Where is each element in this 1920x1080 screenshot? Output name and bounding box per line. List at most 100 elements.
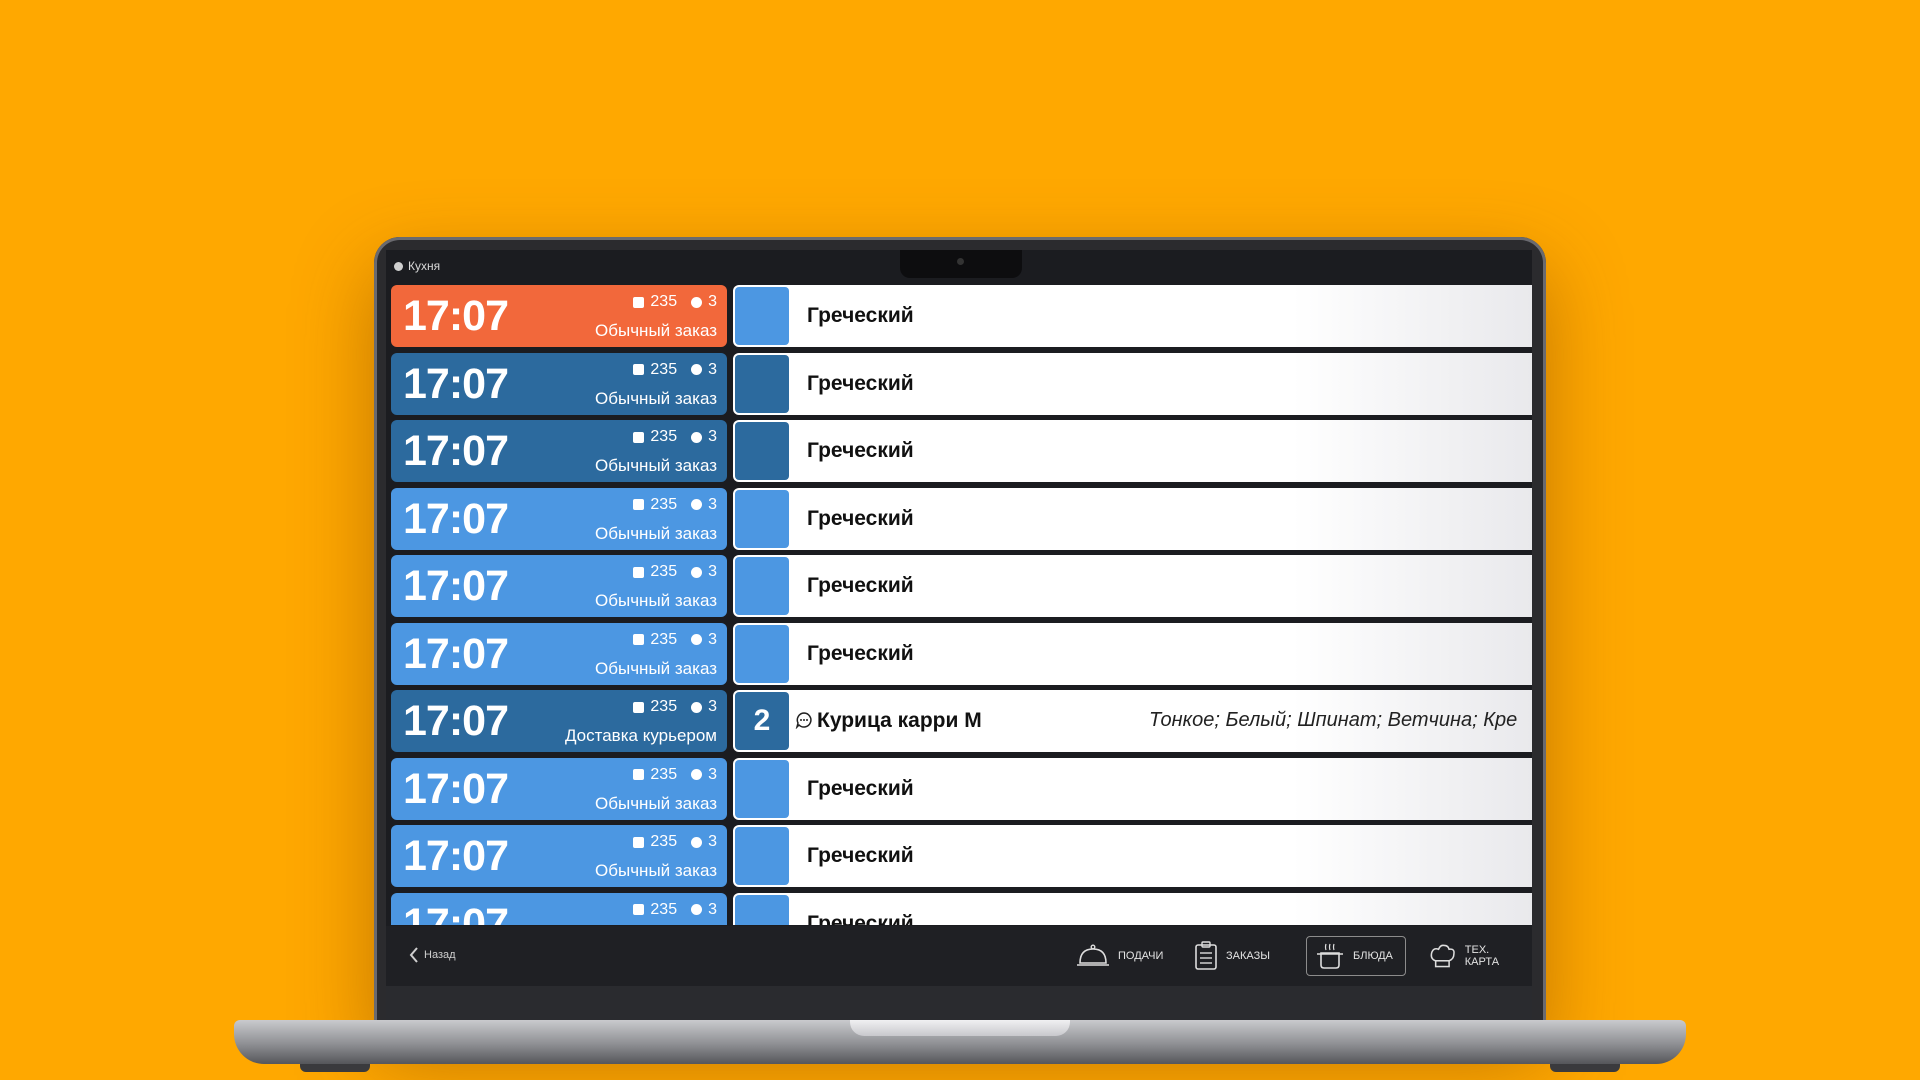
table-icon (633, 836, 645, 848)
order-number: 235 (650, 765, 678, 783)
order-row[interactable]: 17:07 235 3 Обычный заказ Греческий (391, 420, 1532, 482)
order-number: 235 (650, 698, 678, 715)
table-icon (633, 904, 645, 915)
dish-item[interactable]: 2 Курица карри М Тонкое; Белый; Шпинат; … (733, 690, 1532, 752)
order-type: Обычный заказ (595, 591, 717, 610)
guest-count: 3 (708, 765, 717, 783)
dish-qty: 2 (735, 692, 789, 750)
nav-blyuda[interactable]: БЛЮДА (1306, 936, 1406, 976)
nav-zakazy-label: ЗАКАЗЫ (1226, 950, 1270, 962)
comment-icon (795, 712, 812, 729)
order-ticket[interactable]: 17:07 235 3 Обычный заказ (391, 420, 727, 482)
order-number: 235 (650, 428, 678, 445)
nav-podachi[interactable]: ПОДАЧИ (1068, 936, 1171, 976)
order-meta: 235 3 (633, 698, 717, 716)
dish-item[interactable]: Греческий (733, 352, 1532, 415)
order-number: 235 (650, 495, 678, 513)
order-row[interactable]: 17:07 235 3 Обычный заказ Греческий (391, 892, 1532, 926)
dish-item[interactable]: Греческий (733, 757, 1532, 820)
order-type: Обычный заказ (595, 456, 717, 475)
nav-tech-karta-label: ТЕХ. КАРТА (1464, 944, 1500, 968)
nav-zakazy[interactable]: ЗАКАЗЫ (1186, 936, 1278, 976)
nav-tech-karta[interactable]: ТЕХ. КАРТА (1420, 936, 1532, 976)
order-meta: 235 3 (633, 766, 717, 784)
guest-count: 3 (708, 833, 717, 850)
guests-icon (691, 836, 703, 848)
dish-item[interactable]: Греческий (733, 825, 1532, 887)
guests-icon (691, 904, 703, 915)
guests-icon (691, 769, 703, 780)
order-number: 235 (650, 563, 678, 580)
guests-icon (691, 566, 703, 578)
table-icon (633, 499, 645, 510)
app-screen: Кухня 17:07 235 3 Обычный заказ Гречески… (386, 250, 1532, 1020)
guests-icon (691, 364, 703, 375)
order-number: 235 (650, 360, 678, 378)
guest-count: 3 (708, 900, 717, 918)
order-type: Обычный заказ (595, 793, 717, 813)
dish-name: Курица карри М (817, 709, 982, 732)
dish-item[interactable]: Греческий (733, 285, 1532, 347)
dish-name: Греческий (807, 304, 914, 327)
guest-count: 3 (708, 630, 717, 648)
order-row[interactable]: 17:07 235 3 Обычный заказ Греческий (391, 757, 1532, 820)
guests-icon (691, 701, 703, 713)
dish-qty (735, 759, 789, 818)
dish-name: Греческий (807, 506, 914, 530)
screen-bottom-bezel (386, 986, 1532, 1020)
order-ticket[interactable]: 17:07 235 3 Обычный заказ (391, 555, 727, 617)
order-type: Обычный заказ (595, 523, 717, 543)
order-ticket[interactable]: 17:07 235 3 Обычный заказ (391, 622, 727, 685)
order-row[interactable]: 17:07 235 3 Обычный заказ Греческий (391, 825, 1532, 887)
order-time: 17:07 (403, 832, 509, 880)
back-button[interactable]: Назад (408, 946, 456, 964)
guest-count: 3 (708, 698, 717, 715)
dish-qty (735, 894, 789, 925)
table-icon (633, 769, 645, 780)
order-ticket[interactable]: 17:07 235 3 Обычный заказ (391, 487, 727, 550)
laptop-base-notch (850, 1020, 1070, 1036)
order-type: Обычный заказ (595, 861, 717, 880)
dish-item[interactable]: Греческий (733, 555, 1532, 617)
guest-count: 3 (708, 293, 717, 310)
order-meta: 235 3 (633, 293, 717, 311)
order-time: 17:07 (403, 562, 509, 610)
dish-name: Греческий (807, 911, 914, 926)
dish-name: Греческий (807, 439, 914, 462)
bottom-navbar: Назад ПОДАЧИ ЗАКАЗЫ БЛЮДА ТЕХ. КАРТА (386, 926, 1532, 986)
order-meta: 235 3 (633, 496, 717, 514)
app-icon (394, 261, 403, 271)
dish-item[interactable]: Греческий (733, 487, 1532, 550)
order-row[interactable]: 17:07 235 3 Обычный заказ Греческий (391, 352, 1532, 415)
order-meta: 235 3 (633, 361, 717, 379)
order-row[interactable]: 17:07 235 3 Обычный заказ Греческий (391, 487, 1532, 550)
chevron-left-icon (409, 947, 418, 963)
order-row[interactable]: 17:07 235 3 Обычный заказ Греческий (391, 285, 1532, 347)
dish-item[interactable]: Греческий (733, 622, 1532, 685)
order-type: Обычный заказ (595, 321, 717, 340)
dish-name: Греческий (807, 371, 914, 395)
dish-item[interactable]: Греческий (733, 892, 1532, 926)
order-ticket[interactable]: 17:07 235 3 Обычный заказ (391, 757, 727, 820)
table-icon (633, 566, 645, 578)
dish-name: Греческий (807, 776, 914, 800)
order-ticket[interactable]: 17:07 235 3 Обычный заказ (391, 892, 727, 925)
dish-item[interactable]: Греческий (733, 420, 1532, 482)
order-ticket[interactable]: 17:07 235 3 Обычный заказ (391, 352, 727, 415)
order-row[interactable]: 17:07 235 3 Обычный заказ Греческий (391, 622, 1532, 685)
order-list: 17:07 235 3 Обычный заказ Греческий 17:0… (391, 285, 1532, 925)
order-type: Доставка курьером (564, 726, 717, 745)
order-row[interactable]: 17:07 235 3 Доставка курьером 2 Курица к… (391, 690, 1532, 752)
nav-podachi-label: ПОДАЧИ (1118, 950, 1164, 962)
order-meta: 235 3 (633, 901, 717, 919)
order-time: 17:07 (403, 427, 509, 475)
app-title: Кухня (408, 259, 441, 273)
order-ticket[interactable]: 17:07 235 3 Обычный заказ (391, 825, 727, 887)
order-ticket[interactable]: 17:07 235 3 Обычный заказ (391, 285, 727, 347)
order-ticket[interactable]: 17:07 235 3 Доставка курьером (391, 690, 727, 752)
table-icon (633, 364, 645, 375)
order-row[interactable]: 17:07 235 3 Обычный заказ Греческий (391, 555, 1532, 617)
order-number: 235 (650, 293, 678, 310)
chef-hat-icon (1430, 944, 1455, 968)
dish-qty (735, 422, 789, 480)
